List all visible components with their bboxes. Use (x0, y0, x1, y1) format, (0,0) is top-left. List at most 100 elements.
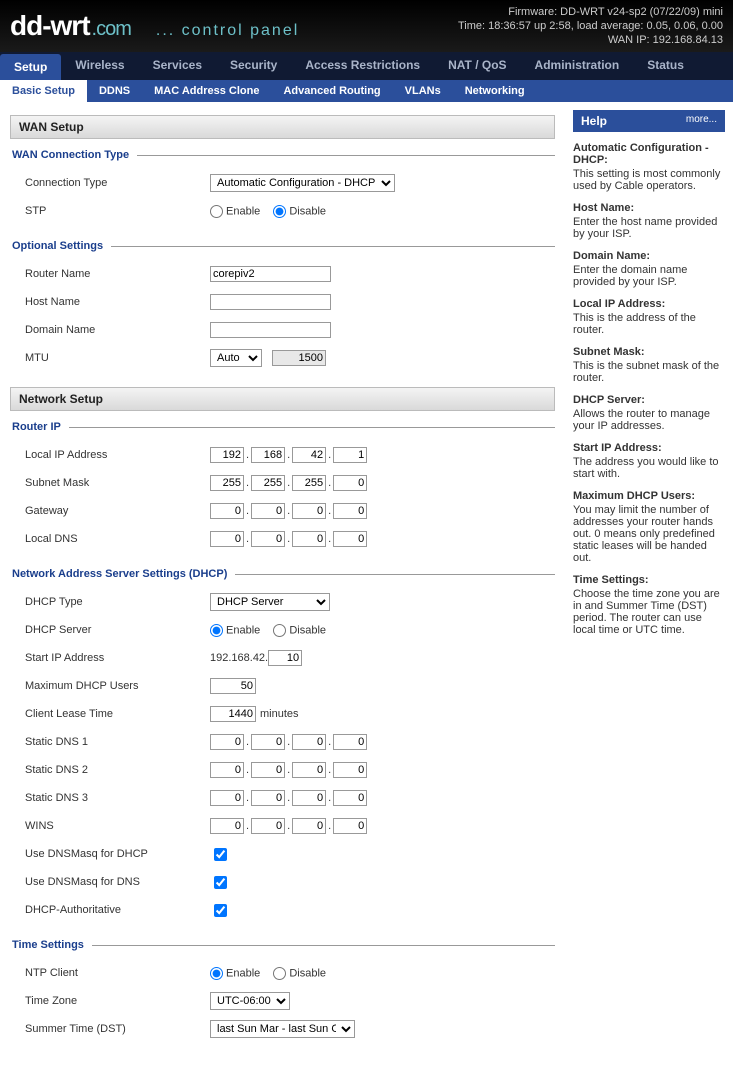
subtab-basic-setup[interactable]: Basic Setup (0, 80, 87, 102)
localdns-input-octet-1[interactable] (251, 531, 285, 547)
sdns1-input-octet-3[interactable] (333, 734, 367, 750)
localdns-input[interactable]: ... (210, 531, 367, 547)
lease-unit: minutes (260, 708, 299, 720)
dhcp-enable-radio[interactable] (210, 624, 223, 637)
dhcp-auth-checkbox[interactable] (214, 904, 227, 917)
wan-connection-type-group: WAN Connection Type Connection Type Auto… (10, 149, 555, 225)
help-more-link[interactable]: more... (686, 114, 717, 128)
logo-com: .com (92, 18, 131, 41)
connection-type-select[interactable]: Automatic Configuration - DHCP (210, 174, 395, 192)
lease-input[interactable] (210, 706, 256, 722)
subtab-ddns[interactable]: DDNS (87, 80, 142, 102)
sdns3-input-octet-2[interactable] (292, 790, 326, 806)
gateway-input-octet-2[interactable] (292, 503, 326, 519)
dst-select[interactable]: last Sun Mar - last Sun Oct (210, 1020, 355, 1038)
stp-enable-radio[interactable] (210, 205, 223, 218)
subnet-input-octet-2[interactable] (292, 475, 326, 491)
local-ip-label: Local IP Address (25, 449, 210, 461)
sdns1-input-octet-2[interactable] (292, 734, 326, 750)
tab-services[interactable]: Services (139, 52, 216, 80)
subnet-input-octet-0[interactable] (210, 475, 244, 491)
wins-input[interactable]: ... (210, 818, 367, 834)
logo-control-panel: ... control panel (156, 22, 299, 40)
time-settings-group: Time Settings NTP Client Enable Disable … (10, 939, 555, 1043)
max-users-input[interactable] (210, 678, 256, 694)
tab-nat-qos[interactable]: NAT / QoS (434, 52, 520, 80)
subtab-networking[interactable]: Networking (453, 80, 537, 102)
logo-main: dd-wrt (10, 10, 90, 42)
wins-input-octet-1[interactable] (251, 818, 285, 834)
stp-enable-text: Enable (226, 205, 260, 217)
local-ip-input-octet-2[interactable] (292, 447, 326, 463)
sdns2-input-octet-2[interactable] (292, 762, 326, 778)
router-ip-legend: Router IP (10, 421, 69, 433)
help-term-8: Time Settings: (573, 574, 725, 586)
start-ip-label: Start IP Address (25, 652, 210, 664)
sdns3-input-octet-1[interactable] (251, 790, 285, 806)
ntp-enable-radio[interactable] (210, 967, 223, 980)
dhcp-disable-radio[interactable] (273, 624, 286, 637)
gateway-input[interactable]: ... (210, 503, 367, 519)
dnsmasq-dns-checkbox[interactable] (214, 876, 227, 889)
local-ip-input-octet-3[interactable] (333, 447, 367, 463)
sdns1-input-octet-1[interactable] (251, 734, 285, 750)
router-ip-group: Router IP Local IP Address... Subnet Mas… (10, 421, 555, 553)
lease-label: Client Lease Time (25, 708, 210, 720)
localdns-input-octet-2[interactable] (292, 531, 326, 547)
start-ip-prefix: 192.168.42. (210, 652, 268, 664)
subtab-advanced-routing[interactable]: Advanced Routing (271, 80, 392, 102)
router-name-input[interactable] (210, 266, 331, 282)
dhcp-type-select[interactable]: DHCP Server (210, 593, 330, 611)
sdns2-input-octet-0[interactable] (210, 762, 244, 778)
local-ip-input-octet-1[interactable] (251, 447, 285, 463)
gateway-input-octet-1[interactable] (251, 503, 285, 519)
tz-select[interactable]: UTC-06:00 (210, 992, 290, 1010)
subnet-input-octet-1[interactable] (251, 475, 285, 491)
gateway-input-octet-0[interactable] (210, 503, 244, 519)
domain-name-label: Domain Name (25, 324, 210, 336)
help-term-6: Start IP Address: (573, 442, 725, 454)
sdns2-input-octet-1[interactable] (251, 762, 285, 778)
gateway-input-octet-3[interactable] (333, 503, 367, 519)
help-desc-5: Allows the router to manage your IP addr… (573, 408, 725, 432)
sdns2-input-octet-3[interactable] (333, 762, 367, 778)
tab-administration[interactable]: Administration (521, 52, 634, 80)
wins-input-octet-0[interactable] (210, 818, 244, 834)
sdns3-input[interactable]: ... (210, 790, 367, 806)
sdns2-input[interactable]: ... (210, 762, 367, 778)
sdns3-input-octet-0[interactable] (210, 790, 244, 806)
help-term-7: Maximum DHCP Users: (573, 490, 725, 502)
subnet-input[interactable]: ... (210, 475, 367, 491)
start-ip-input[interactable] (268, 650, 302, 666)
localdns-input-octet-0[interactable] (210, 531, 244, 547)
optional-settings-legend: Optional Settings (10, 240, 111, 252)
wins-input-octet-3[interactable] (333, 818, 367, 834)
mtu-mode-select[interactable]: Auto (210, 349, 262, 367)
tab-status[interactable]: Status (633, 52, 698, 80)
dst-label: Summer Time (DST) (25, 1023, 210, 1035)
sdns1-input[interactable]: ... (210, 734, 367, 750)
host-name-input[interactable] (210, 294, 331, 310)
ntp-disable-radio[interactable] (273, 967, 286, 980)
localdns-input-octet-3[interactable] (333, 531, 367, 547)
subtab-vlans[interactable]: VLANs (393, 80, 453, 102)
domain-name-input[interactable] (210, 322, 331, 338)
mtu-label: MTU (25, 352, 210, 364)
tab-access-restrictions[interactable]: Access Restrictions (291, 52, 434, 80)
tab-setup[interactable]: Setup (0, 54, 61, 80)
local-ip-input[interactable]: ... (210, 447, 367, 463)
stp-disable-radio[interactable] (273, 205, 286, 218)
dnsmasq-dhcp-checkbox[interactable] (214, 848, 227, 861)
tz-label: Time Zone (25, 995, 210, 1007)
wanip-line: WAN IP: 192.168.84.13 (458, 33, 723, 47)
tab-security[interactable]: Security (216, 52, 291, 80)
sub-tabs: Basic SetupDDNSMAC Address CloneAdvanced… (0, 80, 733, 102)
wins-input-octet-2[interactable] (292, 818, 326, 834)
subtab-mac-address-clone[interactable]: MAC Address Clone (142, 80, 271, 102)
tab-wireless[interactable]: Wireless (61, 52, 138, 80)
local-ip-input-octet-0[interactable] (210, 447, 244, 463)
subnet-input-octet-3[interactable] (333, 475, 367, 491)
stp-label: STP (25, 205, 210, 217)
sdns3-input-octet-3[interactable] (333, 790, 367, 806)
sdns1-input-octet-0[interactable] (210, 734, 244, 750)
